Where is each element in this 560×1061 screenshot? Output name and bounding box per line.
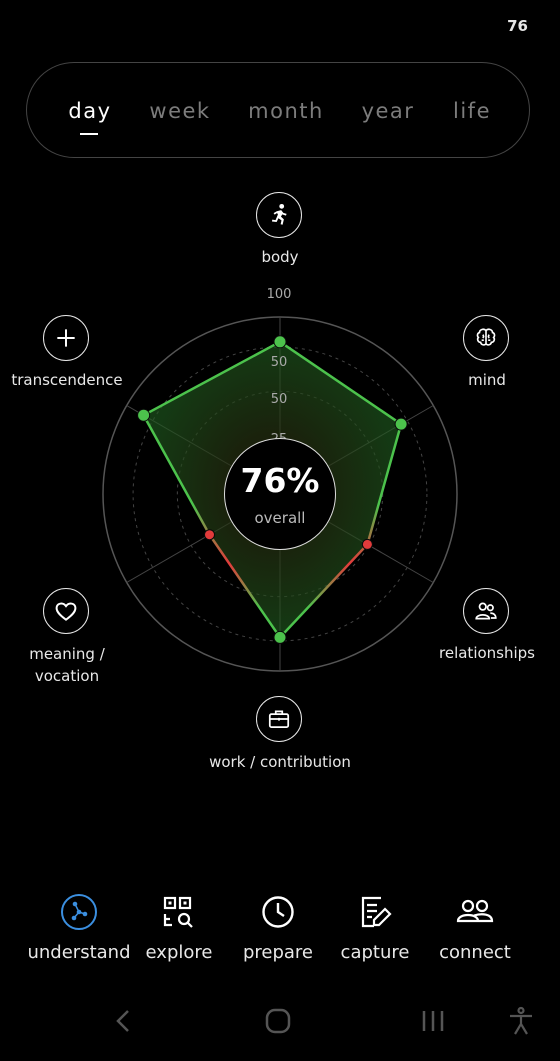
radar-point-3 [273, 630, 287, 644]
mind-label: mind [468, 371, 506, 389]
qr-search-icon [163, 896, 193, 928]
note-edit-icon [361, 896, 392, 928]
radar-point-0 [273, 335, 287, 349]
nav-understand[interactable]: understand [24, 892, 134, 963]
accessibility-button[interactable] [505, 1005, 537, 1045]
people-icon [475, 602, 497, 620]
active-tab-indicator [80, 133, 98, 135]
scale-label-100: 100 [267, 287, 292, 302]
body-button[interactable] [256, 192, 302, 238]
tab-life[interactable]: life [453, 99, 491, 123]
radar-point-5 [137, 408, 151, 422]
briefcase-icon [268, 710, 290, 728]
back-icon [116, 1010, 129, 1032]
tab-week[interactable]: week [149, 99, 210, 123]
period-selector: day week month year life [26, 62, 530, 158]
meaning-label: meaning / vocation [29, 645, 105, 685]
running-person-icon [271, 203, 287, 225]
transcendence-button[interactable] [43, 315, 89, 361]
scale-label-75: 50 [271, 355, 288, 370]
tab-year[interactable]: year [362, 99, 415, 123]
radar-point-4 [204, 529, 215, 541]
network-icon [61, 894, 97, 930]
work-button[interactable] [256, 696, 302, 742]
nav-connect[interactable]: connect [420, 892, 530, 963]
recents-button[interactable] [417, 1005, 449, 1045]
overall-value: 76% [240, 461, 320, 500]
radar-point-2 [361, 538, 373, 550]
brain-icon [476, 328, 496, 346]
meaning-button[interactable] [43, 588, 89, 634]
heart-icon [55, 602, 77, 621]
recents-icon [422, 1011, 444, 1031]
relationships-label: relationships [439, 644, 535, 662]
home-button[interactable] [262, 1005, 294, 1045]
nav-connect-label: connect [439, 942, 511, 963]
clock-icon [262, 896, 294, 928]
radar-point-1 [394, 417, 408, 431]
mind-button[interactable] [463, 315, 509, 361]
group-icon [456, 899, 494, 923]
transcendence-label: transcendence [11, 371, 123, 389]
work-label: work / contribution [209, 753, 351, 771]
status-number: 76 [507, 17, 528, 35]
accessibility-icon [510, 1006, 532, 1035]
scale-label-50: 50 [271, 392, 288, 407]
nav-explore-label: explore [145, 942, 213, 963]
nav-understand-label: understand [27, 942, 131, 963]
nav-capture-label: capture [340, 942, 410, 963]
overall-score[interactable]: 76% overall [224, 438, 336, 550]
nav-prepare[interactable]: prepare [223, 892, 333, 963]
plus-icon [57, 329, 75, 347]
nav-capture[interactable]: capture [320, 892, 430, 963]
back-button[interactable] [108, 1005, 140, 1045]
nav-explore[interactable]: explore [124, 892, 234, 963]
overall-label: overall [254, 509, 306, 527]
relationships-button[interactable] [463, 588, 509, 634]
body-label: body [261, 248, 299, 266]
nav-prepare-label: prepare [242, 942, 314, 963]
tab-month[interactable]: month [248, 99, 324, 123]
home-icon [265, 1008, 291, 1034]
tab-day[interactable]: day [68, 99, 111, 123]
